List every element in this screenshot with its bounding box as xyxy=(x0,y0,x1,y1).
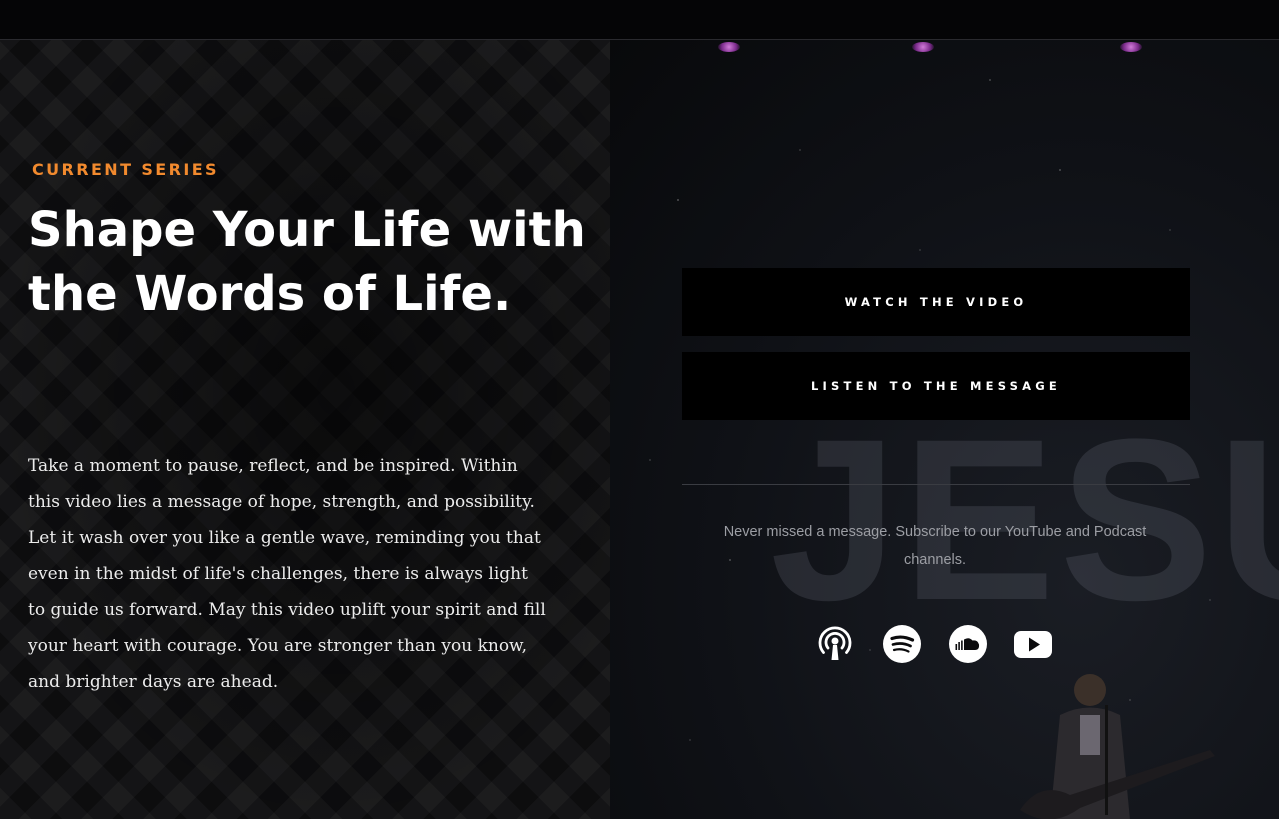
page-title: Shape Your Life with the Words of Life. xyxy=(28,202,586,322)
series-description: Take a moment to pause, reflect, and be … xyxy=(28,456,546,692)
top-bar xyxy=(0,0,1279,40)
worship-leader-figure xyxy=(1020,674,1215,819)
divider xyxy=(682,484,1190,485)
background-image: JESU xyxy=(610,40,1279,819)
soundcloud-icon[interactable] xyxy=(948,624,988,664)
stage-light xyxy=(718,42,740,52)
youtube-icon[interactable] xyxy=(1013,624,1053,664)
podcast-icon[interactable] xyxy=(815,624,855,664)
left-panel xyxy=(0,40,610,819)
stage-light xyxy=(1120,42,1142,52)
ceiling-lights xyxy=(610,42,1279,62)
series-label: CURRENT SERIES xyxy=(32,160,219,179)
spotify-icon[interactable] xyxy=(882,624,922,664)
listen-message-button[interactable]: LISTEN TO THE MESSAGE xyxy=(682,352,1190,420)
watch-video-button[interactable]: WATCH THE VIDEO xyxy=(682,268,1190,336)
stage-light xyxy=(912,42,934,52)
social-links xyxy=(815,624,1060,664)
subscribe-text: Never missed a message. Subscribe to our… xyxy=(723,524,1147,568)
